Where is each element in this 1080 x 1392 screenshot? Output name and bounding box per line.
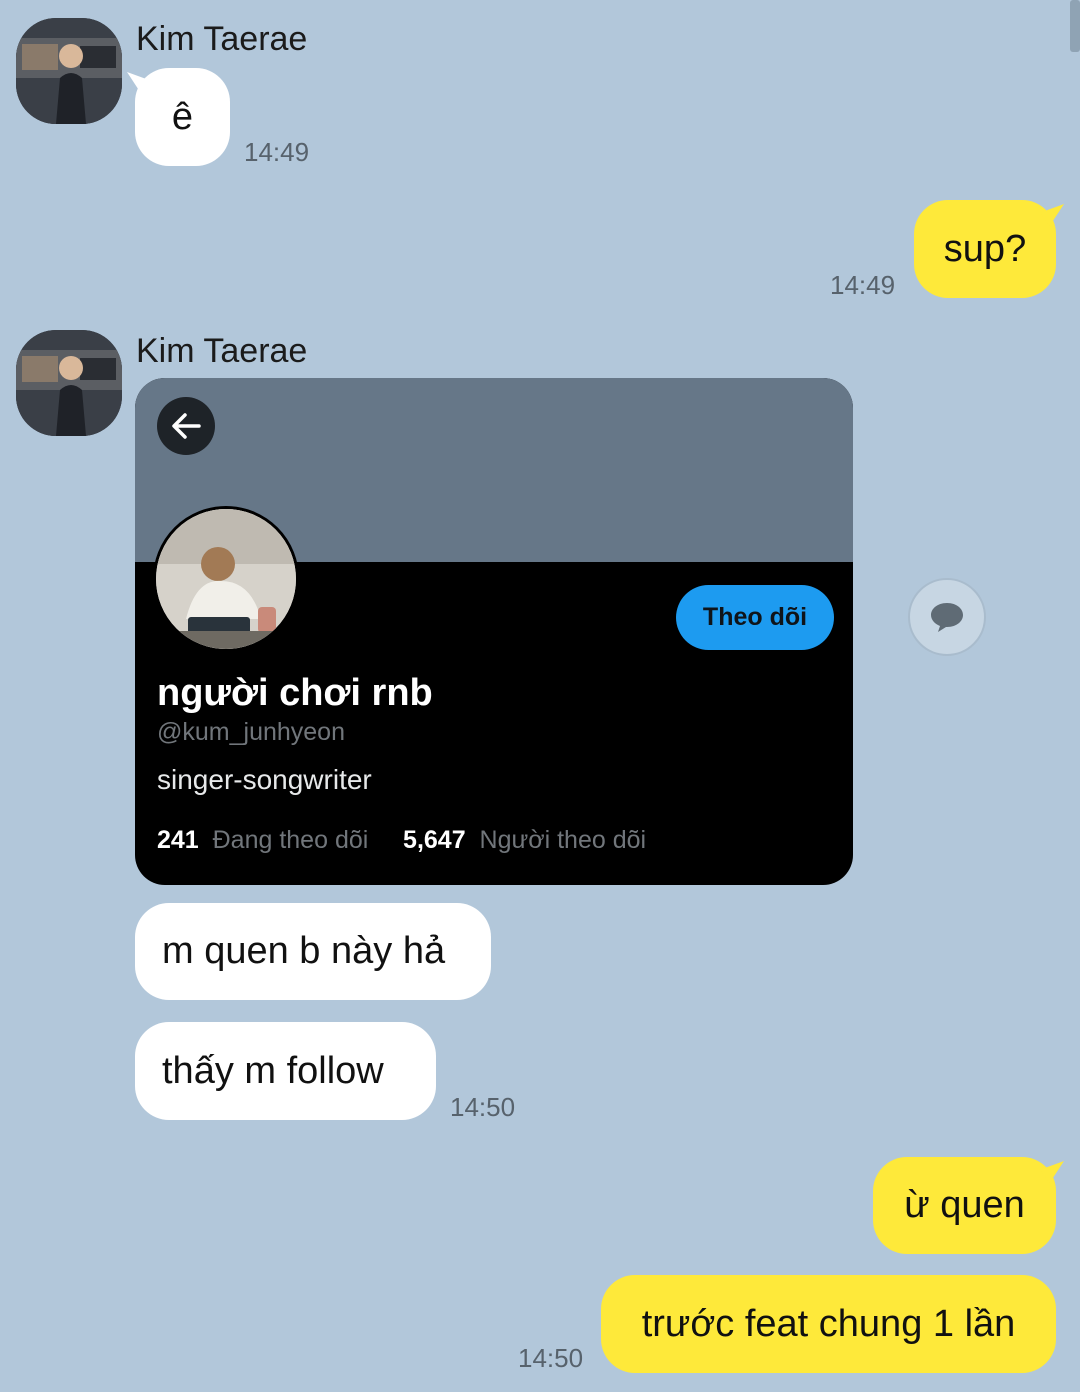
scrollbar-thumb[interactable] [1070,0,1080,52]
incoming-message-bubble[interactable]: m quen b này hả [135,903,491,1000]
following-label[interactable]: Đang theo dõi [213,826,369,854]
profile-bio: singer-songwriter [157,764,372,795]
message-text: sup? [943,227,1027,270]
message-time: 14:50 [450,1092,516,1122]
message-text: trước feat chung 1 lần [641,1302,1016,1345]
message-time: 14:49 [244,137,310,167]
message-text: ê [171,95,194,138]
outgoing-message-bubble[interactable]: ừ quen [873,1157,1056,1254]
outgoing-message-bubble[interactable]: trước feat chung 1 lần [601,1275,1056,1373]
outgoing-message-bubble[interactable]: sup? [914,200,1056,298]
message-text: ừ quen [904,1184,1025,1226]
profile-handle: @kum_junhyeon [157,718,345,746]
message-time: 14:50 [518,1343,584,1373]
back-arrow-icon [172,413,201,439]
share-bubble-icon [931,603,963,632]
profile-avatar[interactable] [153,506,299,652]
sender-avatar[interactable] [16,18,122,124]
following-count: 241 [157,826,199,854]
shared-profile-card[interactable]: Theo dõi người chơi rnb @kum_junhyeon si… [135,378,853,885]
incoming-message-bubble[interactable]: thấy m follow [135,1022,436,1120]
message-text: thấy m follow [162,1049,384,1092]
follow-button[interactable]: Theo dõi [676,585,834,650]
message-text: m quen b này hả [162,930,446,972]
profile-stats: 241 Đang theo dõi 5,647 Người theo dõi [157,826,646,855]
followers-count: 5,647 [403,826,466,854]
back-button[interactable] [157,397,215,455]
message-time: 14:49 [830,270,896,300]
sender-name: Kim Taerae [136,20,308,58]
sender-avatar[interactable] [16,330,122,436]
sender-name: Kim Taerae [136,332,308,370]
followers-label[interactable]: Người theo dõi [480,826,647,854]
profile-display-name: người chơi rnb [157,672,433,714]
share-button[interactable] [908,578,986,656]
incoming-message-bubble[interactable]: ê [135,68,230,166]
